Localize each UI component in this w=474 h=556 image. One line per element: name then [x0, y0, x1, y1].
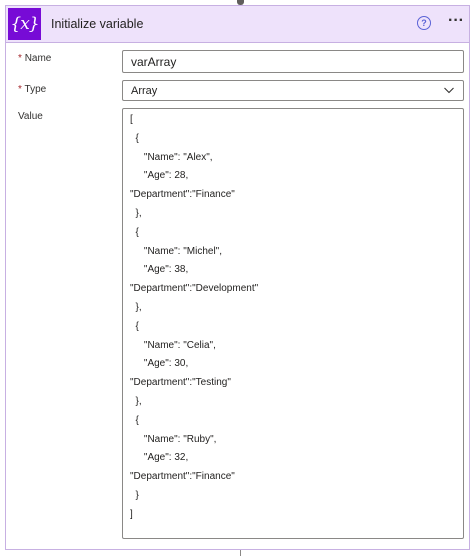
action-title: Initialize variable [51, 17, 144, 31]
more-options-icon[interactable]: ··· [446, 13, 466, 29]
required-mark: * [18, 53, 22, 64]
value-code-line: }, [130, 395, 142, 407]
flow-connector-bottom [240, 550, 241, 556]
variable-icon-glyph: {x} [10, 14, 39, 34]
type-label-text: Type [24, 84, 47, 95]
value-code-line: { [130, 414, 139, 426]
type-field-label: * Type [18, 84, 46, 95]
value-code-line: "Name": "Michel", [130, 245, 222, 257]
value-code-line: "Department":"Finance" [130, 471, 235, 483]
value-code-line: [ [130, 114, 133, 125]
value-code-line: }, [130, 301, 142, 313]
action-card: {x} Initialize variable ? ··· * Name var… [5, 5, 470, 550]
value-code-line: "Age": 32, [130, 452, 189, 464]
value-code-line: "Name": "Alex", [130, 151, 213, 163]
value-textarea[interactable]: [ { "Name": "Alex", "Age": 28, "Departmen… [122, 108, 464, 539]
chevron-down-icon [444, 87, 454, 94]
value-code-line: "Name": "Celia", [130, 339, 216, 351]
value-code-line: { [130, 226, 139, 238]
action-card-header[interactable]: {x} Initialize variable ? ··· [6, 6, 469, 43]
value-code-line: "Department":"Finance" [130, 189, 235, 201]
type-dropdown-value: Array [131, 85, 158, 97]
value-code-line: "Age": 38, [130, 264, 189, 276]
value-code-line: "Department":"Development" [130, 283, 259, 295]
value-code-line: }, [130, 207, 142, 219]
value-code-line: "Name": "Ruby", [130, 433, 217, 445]
value-code-line: { [130, 132, 139, 144]
value-field-label: Value [18, 111, 43, 122]
help-icon[interactable]: ? [417, 16, 431, 30]
name-label-text: Name [24, 53, 52, 64]
value-code-line: } [130, 489, 139, 501]
value-code-line: "Department":"Testing" [130, 377, 231, 389]
value-code-line: ] [130, 508, 133, 520]
value-code-line: "Age": 30, [130, 358, 189, 370]
value-code-line: { [130, 320, 139, 332]
required-mark: * [18, 84, 22, 95]
type-dropdown[interactable]: Array [122, 80, 464, 101]
name-field-label: * Name [18, 53, 51, 64]
name-input[interactable]: varArray [122, 50, 464, 73]
variable-icon: {x} [8, 8, 41, 40]
value-code-line: "Age": 28, [130, 170, 189, 182]
